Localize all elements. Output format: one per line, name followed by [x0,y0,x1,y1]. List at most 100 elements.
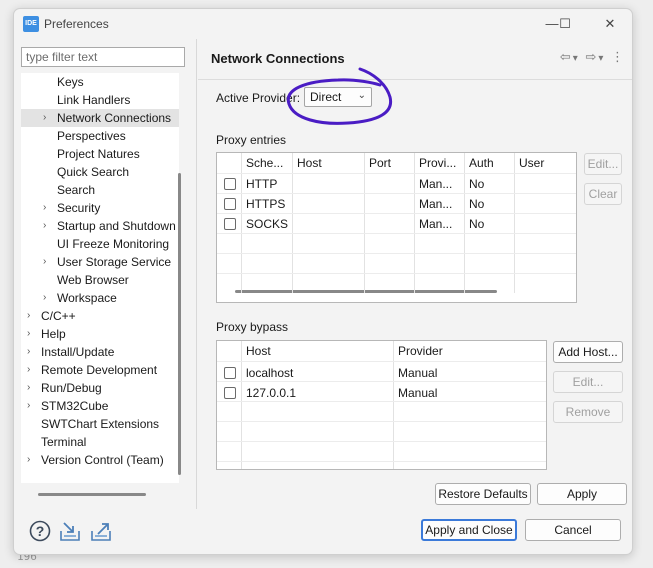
dialog-button-bar: ? Apply and Close Cancel [14,509,632,554]
proxy-edit-button[interactable]: Edit... [584,153,622,175]
tree-item-label: STM32Cube [41,399,109,413]
active-provider-select[interactable]: Direct ⌄ [304,87,372,107]
back-menu-icon[interactable]: ▾ [573,53,578,64]
tree-item[interactable]: › Workspace [21,289,179,307]
table-cell: Man... [419,177,453,191]
close-icon[interactable]: ✕ [596,13,624,35]
add-host-button[interactable]: Add Host... [553,341,623,363]
tree-vertical-scrollbar[interactable] [178,173,181,475]
row-divider [217,421,546,422]
tree-item[interactable]: › Security [21,199,179,217]
tree-item[interactable]: Search [21,181,179,199]
tree-item[interactable]: › Remote Development [21,361,179,379]
maximize-icon[interactable]: ☐ [551,13,579,35]
chevron-right-icon[interactable]: › [43,217,53,235]
proxy-entries-table[interactable]: Sche... Host Port Provi... Auth User HTTP Man..… [216,152,577,303]
proxy-bypass-table[interactable]: Host Provider localhost Manual 127.0.0.1 Manu… [216,340,547,470]
preferences-window: IDE Preferences — ☐ ✕ Keys Link Handlers ›… [13,8,633,555]
table-cell: No [469,177,485,191]
tree-item-label: Install/Update [41,345,115,359]
table-cell: localhost [246,366,294,380]
column-header[interactable]: Host [292,153,364,173]
tree-item[interactable]: › User Storage Service [21,253,179,271]
chevron-right-icon[interactable]: › [27,379,37,397]
tree-item[interactable]: › Install/Update [21,343,179,361]
filter-input[interactable] [21,47,185,67]
restore-defaults-button[interactable]: Restore Defaults [435,483,531,505]
table-cell [514,174,576,194]
bypass-host-checkbox[interactable] [224,367,236,379]
help-icon[interactable]: ? [28,519,52,543]
chevron-right-icon[interactable]: › [27,307,37,325]
chevron-right-icon[interactable]: › [27,325,37,343]
page-title: Network Connections [211,51,345,66]
tree-item[interactable]: Quick Search [21,163,179,181]
table-cell: Manual [398,386,438,400]
column-header[interactable]: Port [364,153,414,173]
chevron-right-icon[interactable]: › [27,361,37,379]
proxy-table-horizontal-scrollbar[interactable] [235,290,497,293]
tree-item[interactable]: › C/C++ [21,307,179,325]
tree-item-label: UI Freeze Monitoring [57,237,170,251]
chevron-right-icon[interactable]: › [27,343,37,361]
header-separator [198,79,632,80]
export-icon[interactable] [89,519,113,543]
column-header[interactable]: Provider [393,341,546,361]
tree-item[interactable]: Terminal [21,433,179,451]
tree-item[interactable]: Link Handlers [21,91,179,109]
bypass-host-checkbox[interactable] [224,387,236,399]
column-header[interactable]: Sche... [241,153,292,173]
tree-item[interactable]: › Version Control (Team) [21,451,179,469]
tree-item-label: C/C++ [41,309,76,323]
tree-item-label: Version Control (Team) [41,453,164,467]
tree-item[interactable]: › Startup and Shutdown [21,217,179,235]
column-header[interactable]: User [514,153,576,173]
forward-arrow-icon[interactable]: ⇨ [585,49,596,64]
import-icon[interactable] [58,519,82,543]
tree-item-label: Run/Debug [41,381,102,395]
row-divider [217,461,546,462]
tree-item-label: Help [41,327,66,341]
back-arrow-icon[interactable]: ⇦ [560,49,571,64]
proxy-clear-button[interactable]: Clear [584,183,622,205]
chevron-right-icon[interactable]: › [43,199,53,217]
network-connections-page: Network Connections ⇦ ▾ ⇨ ▾ ⋮ Active Provi… [198,39,632,509]
tree-item[interactable]: UI Freeze Monitoring [21,235,179,253]
tree-item[interactable]: Keys [21,73,179,91]
row-divider [217,273,576,274]
more-options-icon[interactable]: ⋮ [611,49,624,64]
tree-item[interactable]: Perspectives [21,127,179,145]
cancel-button[interactable]: Cancel [525,519,621,541]
chevron-right-icon[interactable]: › [43,289,53,307]
proxy-entries-label: Proxy entries [216,133,287,147]
bypass-edit-button[interactable]: Edit... [553,371,623,393]
chevron-right-icon[interactable]: › [43,253,53,271]
tree-item-label: Search [57,183,96,197]
chevron-right-icon[interactable]: › [27,451,37,469]
apply-and-close-button[interactable]: Apply and Close [421,519,517,541]
column-header[interactable]: Provi... [414,153,464,173]
table-cell: HTTP [246,177,278,191]
column-header[interactable]: Host [241,341,393,361]
tree-item[interactable]: Web Browser [21,271,179,289]
tree-item[interactable]: Project Natures [21,145,179,163]
tree-item[interactable]: › Run/Debug [21,379,179,397]
chevron-right-icon[interactable]: › [27,397,37,415]
chevron-right-icon[interactable]: › [43,109,53,127]
table-cell: Man... [419,197,453,211]
table-cell: HTTPS [246,197,286,211]
app-icon: IDE [23,16,39,32]
forward-menu-icon[interactable]: ▾ [598,53,603,64]
tree-item[interactable]: › Network Connections [21,109,179,127]
proxy-entry-checkbox[interactable] [224,218,236,230]
window-title: Preferences [44,17,109,31]
proxy-entry-checkbox[interactable] [224,198,236,210]
tree-item[interactable]: SWTChart Extensions [21,415,179,433]
tree-item[interactable]: › STM32Cube [21,397,179,415]
tree-item[interactable]: › Help [21,325,179,343]
tree-horizontal-scrollbar[interactable] [38,493,146,496]
column-header[interactable]: Auth [464,153,514,173]
bypass-remove-button[interactable]: Remove [553,401,623,423]
proxy-entry-checkbox[interactable] [224,178,236,190]
apply-button[interactable]: Apply [537,483,627,505]
